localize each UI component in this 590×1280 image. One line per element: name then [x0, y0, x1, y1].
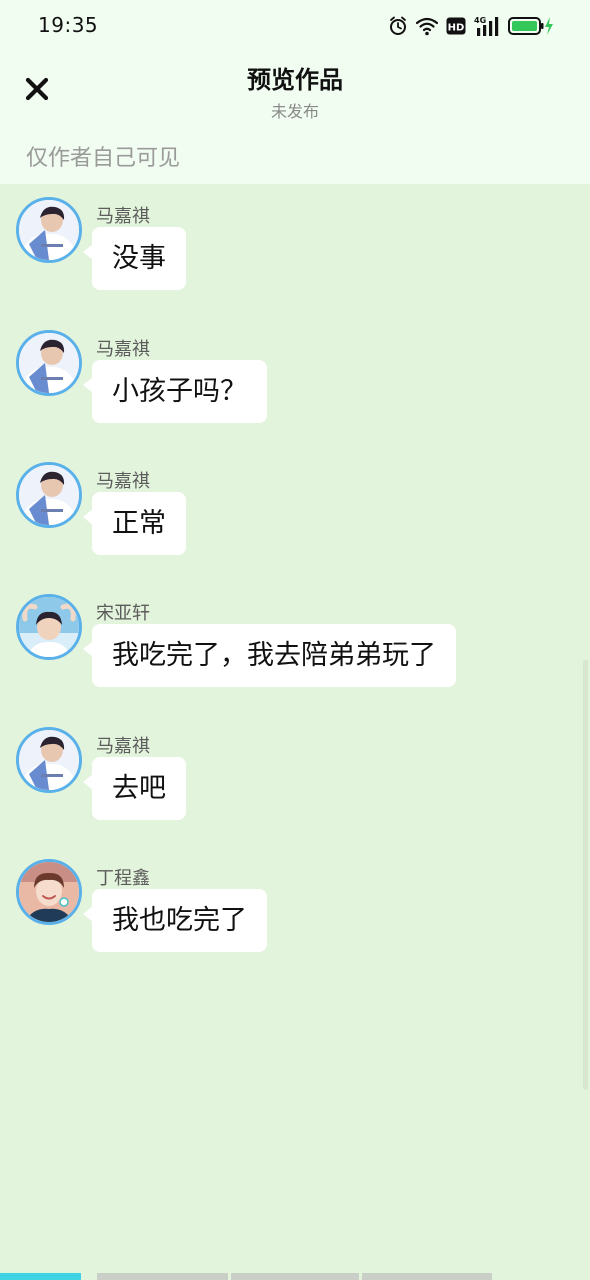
chat-message: 宋亚轩 我吃完了，我去陪弟弟玩了 [0, 581, 590, 691]
signal-4g-icon: 4G [474, 16, 499, 36]
progress-segment [231, 1273, 359, 1280]
sender-name: 马嘉祺 [96, 736, 150, 757]
sender-name: 马嘉祺 [96, 339, 150, 360]
chat-message: 马嘉祺 去吧 [0, 714, 590, 824]
progress-segment [362, 1273, 492, 1280]
avatar-songyaxuan[interactable] [16, 594, 82, 660]
message-bubble[interactable]: 我吃完了，我去陪弟弟玩了 [83, 624, 456, 687]
message-bubble[interactable]: 正常 [83, 492, 186, 555]
sender-name: 马嘉祺 [96, 471, 150, 492]
publish-status: 未发布 [270, 102, 319, 121]
chat-message: 丁程鑫 我也吃完了 [0, 846, 590, 956]
chat-message: 马嘉祺 小孩子吗？ [0, 317, 590, 427]
svg-text:4G: 4G [474, 16, 486, 25]
story-progress [0, 1273, 590, 1280]
avatar-majiaqi[interactable] [16, 197, 82, 263]
header: 19:35 HD 4G 预览作品 未发布 仅作者自己可见 [0, 0, 590, 184]
visibility-note: 仅作者自己可见 [26, 146, 181, 171]
svg-text:HD: HD [448, 23, 465, 34]
avatar-dingchengxin[interactable] [16, 859, 82, 925]
chat-message: 马嘉祺 没事 [0, 184, 590, 294]
avatar-majiaqi[interactable] [16, 727, 82, 793]
progress-segment-active [0, 1273, 81, 1280]
chat-list[interactable]: 马嘉祺 没事 马嘉祺 小孩子吗？ 马嘉祺 正常 宋亚轩 我吃完了，我去陪弟弟玩了… [0, 184, 590, 1280]
status-time: 19:35 [38, 13, 99, 37]
avatar-majiaqi[interactable] [16, 330, 82, 396]
wifi-icon [416, 17, 438, 36]
hd-icon: HD [446, 17, 466, 35]
battery-icon [508, 17, 553, 35]
sender-name: 丁程鑫 [96, 868, 150, 889]
alarm-icon [390, 16, 406, 35]
progress-segment [97, 1273, 228, 1280]
scrollbar[interactable] [583, 660, 588, 1090]
sender-name: 马嘉祺 [96, 206, 150, 227]
message-bubble[interactable]: 没事 [83, 227, 186, 290]
chat-message: 马嘉祺 正常 [0, 449, 590, 559]
status-icons: HD 4G [388, 14, 554, 38]
message-bubble[interactable]: 我也吃完了 [83, 889, 267, 952]
avatar-majiaqi[interactable] [16, 462, 82, 528]
message-bubble[interactable]: 小孩子吗？ [83, 360, 267, 423]
page-title: 预览作品 [247, 66, 343, 94]
sender-name: 宋亚轩 [96, 603, 150, 624]
message-bubble[interactable]: 去吧 [83, 757, 186, 820]
